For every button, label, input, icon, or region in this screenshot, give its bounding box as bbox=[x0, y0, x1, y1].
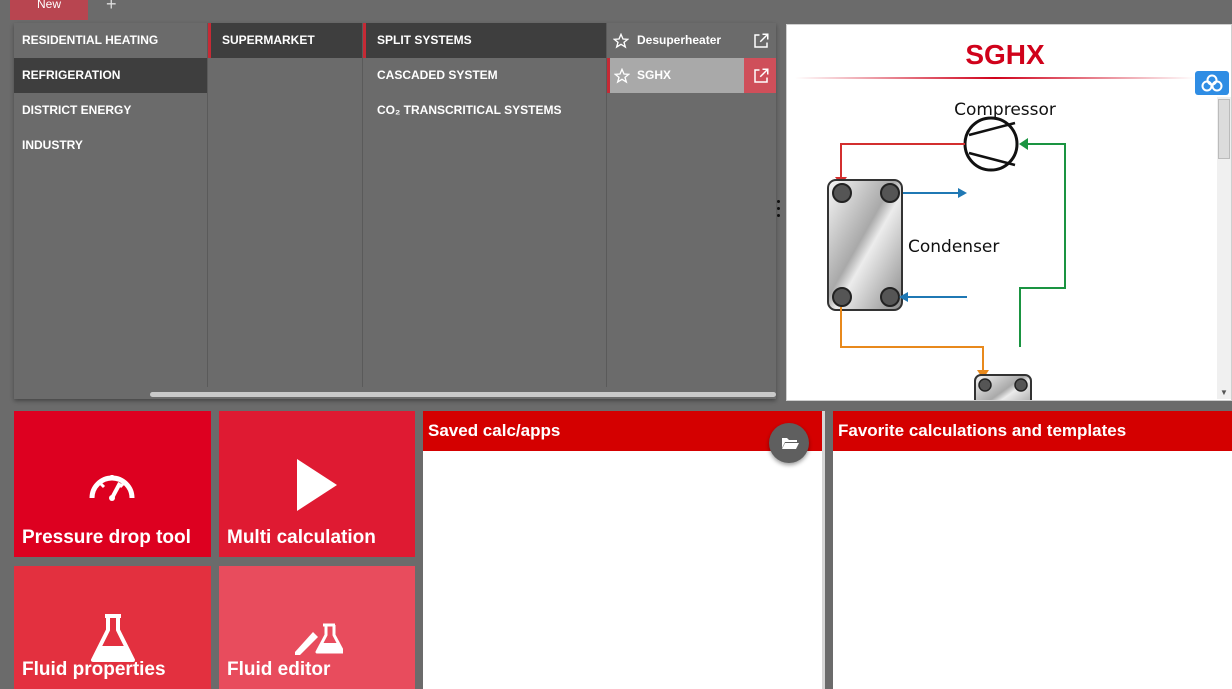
saved-calc-panel: Saved calc/apps bbox=[423, 411, 825, 689]
tile-pressure-drop-tool[interactable]: Pressure drop tool bbox=[14, 411, 211, 557]
tab-new[interactable]: New bbox=[10, 0, 88, 20]
vertical-scrollbar[interactable]: ▼ bbox=[1217, 97, 1231, 399]
preview-title: SGHX bbox=[965, 39, 1045, 70]
nav-item-desuperheater[interactable]: Desuperheater bbox=[607, 23, 776, 58]
tile-fluid-properties[interactable]: Fluid properties bbox=[14, 566, 211, 689]
scroll-down-arrow[interactable]: ▼ bbox=[1220, 388, 1228, 397]
sghx-schematic: Compressor Condenser bbox=[827, 100, 1066, 400]
nav-item-label: Desuperheater bbox=[637, 33, 722, 47]
category-navigator: RESIDENTIAL HEATING REFRIGERATION DISTRI… bbox=[14, 23, 776, 399]
condenser-label: Condenser bbox=[908, 237, 999, 257]
add-tab-button[interactable]: + bbox=[106, 0, 117, 15]
star-icon[interactable] bbox=[613, 33, 629, 49]
flask-icon bbox=[91, 614, 135, 662]
gauge-icon bbox=[89, 475, 135, 501]
star-icon[interactable] bbox=[614, 68, 630, 84]
tab-bar: New + bbox=[0, 0, 1232, 20]
tile-fluid-editor[interactable]: Fluid editor bbox=[219, 566, 415, 689]
nav-column-system: SPLIT SYSTEMS CASCADED SYSTEM CO₂ TRANSC… bbox=[362, 23, 606, 387]
nav-item-supermarket[interactable]: SUPERMARKET bbox=[208, 23, 362, 58]
nav-item-co2-transcritical[interactable]: CO₂ TRANSCRITICAL SYSTEMS bbox=[363, 93, 606, 128]
nav-item-residential-heating[interactable]: RESIDENTIAL HEATING bbox=[14, 23, 207, 58]
nav-item-industry[interactable]: INDUSTRY bbox=[14, 128, 207, 163]
play-icon bbox=[297, 459, 337, 511]
panel-splitter-handle[interactable] bbox=[777, 200, 781, 230]
title-divider bbox=[795, 77, 1195, 79]
nav-item-label: SGHX bbox=[637, 68, 672, 82]
tile-multi-calculation[interactable]: Multi calculation bbox=[219, 411, 415, 557]
external-link-icon[interactable] bbox=[744, 58, 776, 93]
folder-open-icon[interactable] bbox=[769, 423, 809, 463]
scrollbar-thumb[interactable] bbox=[1218, 99, 1230, 159]
tile-label: Pressure drop tool bbox=[22, 527, 191, 548]
pencil-flask-icon bbox=[295, 623, 343, 655]
nav-column-application: RESIDENTIAL HEATING REFRIGERATION DISTRI… bbox=[14, 23, 207, 387]
external-link-icon[interactable] bbox=[744, 23, 776, 58]
nav-item-district-energy[interactable]: DISTRICT ENERGY bbox=[14, 93, 207, 128]
nav-item-split-systems[interactable]: SPLIT SYSTEMS bbox=[363, 23, 606, 58]
favorites-title: Favorite calculations and templates bbox=[833, 411, 1232, 451]
nav-item-refrigeration[interactable]: REFRIGERATION bbox=[14, 58, 207, 93]
favorites-panel: Favorite calculations and templates bbox=[833, 411, 1232, 689]
nav-column-segment: SUPERMARKET bbox=[207, 23, 362, 387]
nav-item-sghx[interactable]: SGHX bbox=[607, 58, 776, 93]
tile-label: Multi calculation bbox=[227, 527, 376, 548]
nav-column-application-item: Desuperheater SGHX bbox=[606, 23, 776, 387]
saved-calc-title: Saved calc/apps bbox=[423, 411, 822, 451]
tile-label: Fluid properties bbox=[22, 659, 166, 680]
horizontal-scrollbar[interactable] bbox=[150, 392, 776, 397]
compressor-label: Compressor bbox=[954, 100, 1056, 120]
tile-label: Fluid editor bbox=[227, 659, 331, 680]
left-strip bbox=[0, 20, 10, 689]
nav-item-cascaded-system[interactable]: CASCADED SYSTEM bbox=[363, 58, 606, 93]
preview-panel: SGHX Compressor Condenser ▼ bbox=[786, 24, 1232, 401]
